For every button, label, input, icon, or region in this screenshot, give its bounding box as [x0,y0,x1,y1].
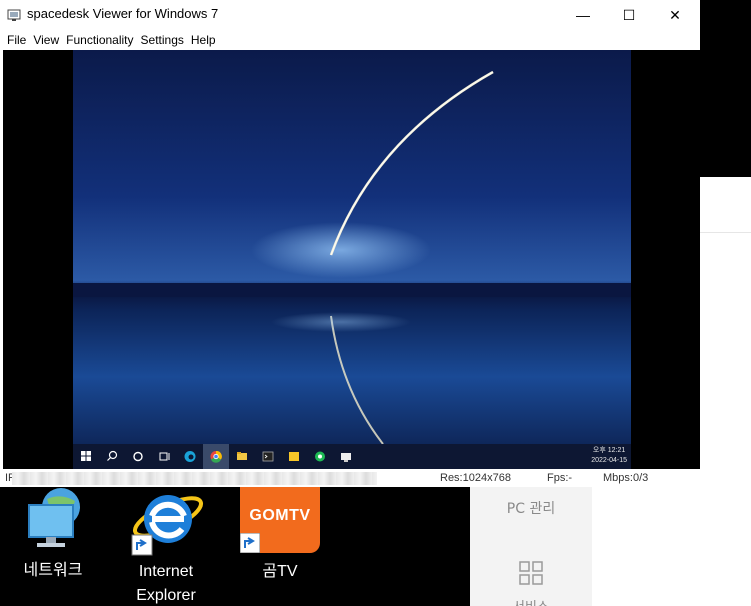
status-resolution: Res:1024x768 [440,472,511,484]
remote-clock-time: 오후 12:21 [592,447,626,454]
remote-clock-date: 2022-04-15 [591,457,627,464]
gomtv-logo-icon: GOMTV [240,487,320,553]
sticky-notes-icon[interactable] [281,444,307,469]
menu-settings[interactable]: Settings [141,33,184,47]
green-app-icon[interactable] [307,444,333,469]
rocket-launch-wallpaper [73,70,631,444]
cortana-icon[interactable] [125,444,151,469]
title-bar[interactable]: spacedesk Viewer for Windows 7 — ☐ ✕ [0,0,700,30]
services-link[interactable]: 서비스 [470,596,592,606]
spacedesk-app-icon [7,9,21,21]
network-icon [28,488,80,547]
menu-bar: File View Functionality Settings Help [0,30,700,50]
menu-functionality[interactable]: Functionality [66,33,133,47]
spacedesk-taskbar-icon[interactable] [333,444,359,469]
menu-file[interactable]: File [7,33,26,47]
status-ip-redacted [12,472,377,485]
edge-icon[interactable] [177,444,203,469]
internet-explorer-label-line2: Explorer [136,587,196,604]
spacedesk-viewer-window: spacedesk Viewer for Windows 7 — ☐ ✕ Fil… [0,0,700,487]
side-content-panel [592,487,751,606]
internet-explorer-icon [131,495,204,556]
maximize-icon: ☐ [622,6,636,23]
task-view-icon[interactable] [151,444,177,469]
gomtv-desktop-icon[interactable]: GOMTV 곰TV [230,487,330,584]
background-dark-area [700,0,751,177]
file-explorer-icon[interactable] [229,444,255,469]
minimize-icon: — [576,7,590,23]
remote-clock[interactable]: 오후 12:21 2022-04-15 [591,446,627,466]
terminal-icon[interactable] [255,444,281,469]
internet-explorer-label-line1: Internet [138,563,194,580]
remote-desktop-screen[interactable]: 오후 12:21 2022-04-15 [73,50,631,469]
network-label: 네트워크 [23,562,83,579]
maximize-button[interactable]: ☐ [606,0,652,30]
gomtv-logo-text: GOMTV [249,507,311,524]
search-icon[interactable] [99,444,125,469]
windows-start-icon[interactable] [73,444,99,469]
gomtv-label: 곰TV [262,563,298,580]
services-grid-icon[interactable] [518,560,544,586]
status-bar: IP Res:1024x768 Fps:- Mbps:0/3 [0,469,700,487]
menu-view[interactable]: View [33,33,59,47]
shortcut-arrow-icon [240,533,260,553]
remote-taskbar: 오후 12:21 2022-04-15 [73,444,631,469]
close-icon: ✕ [669,6,681,23]
status-mbps: Mbps:0/3 [603,472,649,484]
pc-manage-link[interactable]: PC 관리 [470,498,592,518]
menu-help[interactable]: Help [191,33,216,47]
network-desktop-icon[interactable]: 네트워크 [3,487,103,583]
remote-display-viewport[interactable]: 오후 12:21 2022-04-15 [3,50,700,469]
status-fps: Fps:- [547,472,573,484]
window-title: spacedesk Viewer for Windows 7 [27,6,219,21]
close-button[interactable]: ✕ [652,0,698,30]
minimize-button[interactable]: — [560,0,606,30]
internet-explorer-desktop-icon[interactable]: Internet Explorer [116,487,216,606]
chrome-icon[interactable] [203,444,229,469]
